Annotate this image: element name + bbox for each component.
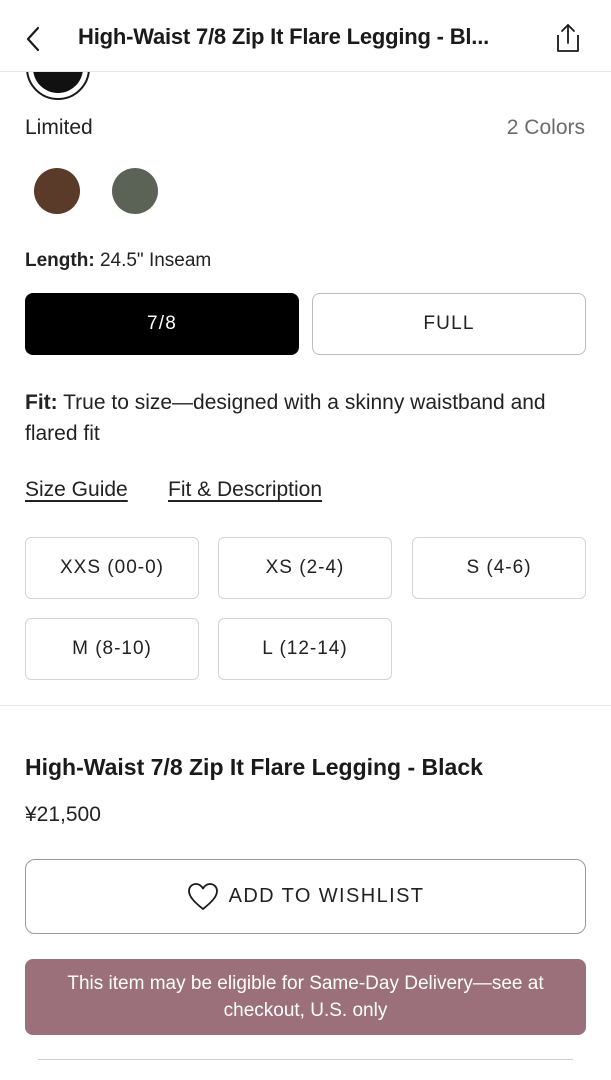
share-button[interactable] [550, 18, 586, 58]
size-option-l[interactable]: L (12-14) [218, 618, 392, 680]
colors-count: 2 Colors [506, 116, 585, 139]
color-swatch-brown[interactable] [34, 168, 80, 214]
length-option-full[interactable]: FULL [312, 293, 586, 355]
size-option-m[interactable]: M (8-10) [25, 618, 199, 680]
add-to-wishlist-button[interactable]: ADD TO WISHLIST [25, 859, 586, 934]
size-option-xs[interactable]: XS (2-4) [218, 537, 392, 599]
section-divider [0, 705, 611, 706]
size-option-xxs[interactable]: XXS (00-0) [25, 537, 199, 599]
size-option-s[interactable]: S (4-6) [412, 537, 586, 599]
size-guide-link[interactable]: Size Guide [25, 478, 128, 502]
share-icon [557, 24, 579, 52]
same-day-delivery-banner: This item may be eligible for Same-Day D… [25, 959, 586, 1035]
length-info: Length: 24.5" Inseam [25, 250, 211, 272]
heart-icon [187, 882, 218, 910]
fit-description: True to size—designed with a skinny wais… [25, 391, 546, 445]
wishlist-label: ADD TO WISHLIST [228, 885, 425, 907]
length-option-7-8[interactable]: 7/8 [25, 293, 299, 355]
limited-colors-label: Limited [25, 116, 93, 139]
chevron-left-icon [26, 26, 40, 52]
fit-description-link[interactable]: Fit & Description [168, 478, 322, 502]
product-price: ¥21,500 [25, 803, 101, 826]
length-label: Length: [25, 250, 95, 271]
fit-info: Fit: True to size—designed with a skinny… [25, 387, 565, 449]
color-swatch-olive[interactable] [112, 168, 158, 214]
page-title: High-Waist 7/8 Zip It Flare Legging - Bl… [78, 24, 490, 49]
top-bar: High-Waist 7/8 Zip It Flare Legging - Bl… [0, 0, 611, 72]
delivery-text: This item may be eligible for Same-Day D… [67, 973, 544, 1021]
product-name: High-Waist 7/8 Zip It Flare Legging - Bl… [25, 754, 483, 780]
length-value: 24.5" Inseam [99, 250, 212, 271]
back-button[interactable] [18, 22, 48, 56]
fit-label: Fit: [25, 391, 58, 414]
bottom-divider [38, 1059, 573, 1060]
